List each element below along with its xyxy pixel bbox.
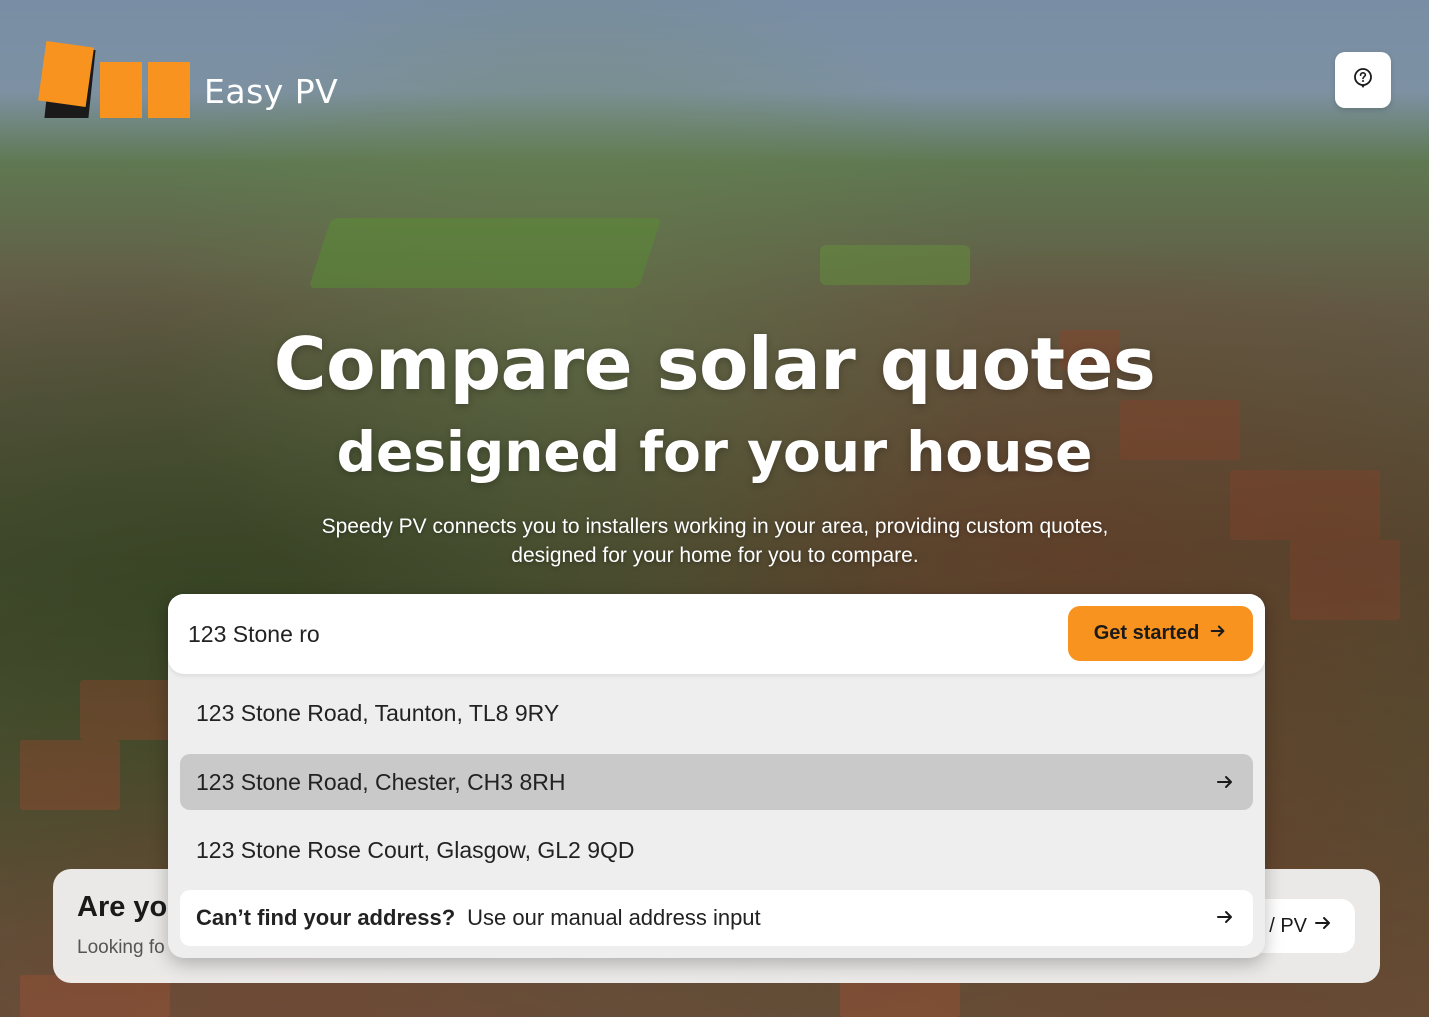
arrow-right-icon (1209, 622, 1227, 646)
promo-card-button-label: / PV (1269, 914, 1307, 937)
hero-title: Compare solar quotes (273, 322, 1156, 406)
logo-mark-icon (38, 40, 192, 118)
promo-card-subtitle: Looking fo (77, 937, 165, 958)
address-suggestion-label: 123 Stone Rose Court, Glasgow, GL2 9QD (196, 836, 635, 863)
promo-card-title: Are yo (77, 891, 168, 923)
manual-address-link-text: Use our manual address input (467, 905, 761, 930)
arrow-right-icon (1313, 913, 1333, 939)
address-suggestion-highlighted[interactable]: 123 Stone Road, Chester, CH3 8RH (180, 754, 1253, 810)
manual-address-option[interactable]: Can’t find your address? Use our manual … (180, 890, 1253, 946)
address-search-bar: Get started (168, 594, 1265, 674)
help-circle-icon (1352, 67, 1374, 93)
get-started-label: Get started (1093, 622, 1200, 644)
brand-name: Easy PV (204, 71, 339, 111)
address-suggestion-label: 123 Stone Road, Taunton, TL8 9RY (196, 699, 560, 726)
hero-description: Speedy PV connects you to installers wor… (321, 515, 1109, 567)
arrow-right-icon (1215, 907, 1235, 933)
address-search-input[interactable] (188, 616, 1048, 652)
brand-logo[interactable]: Easy PV (38, 40, 339, 118)
arrow-right-icon (1215, 771, 1235, 798)
address-suggestion[interactable]: 123 Stone Rose Court, Glasgow, GL2 9QD (180, 822, 1253, 878)
address-suggestion[interactable]: 123 Stone Road, Taunton, TL8 9RY (180, 685, 1253, 741)
address-suggestion-label: 123 Stone Road, Chester, CH3 8RH (196, 768, 566, 795)
hero-subtitle: designed for your house (336, 420, 1093, 484)
address-autocomplete-panel: Get started 123 Stone Road, Taunton, TL8… (168, 594, 1265, 958)
get-started-button[interactable]: Get started (1068, 606, 1253, 661)
help-button[interactable] (1335, 52, 1391, 108)
manual-address-prompt: Can’t find your address? (196, 905, 456, 930)
